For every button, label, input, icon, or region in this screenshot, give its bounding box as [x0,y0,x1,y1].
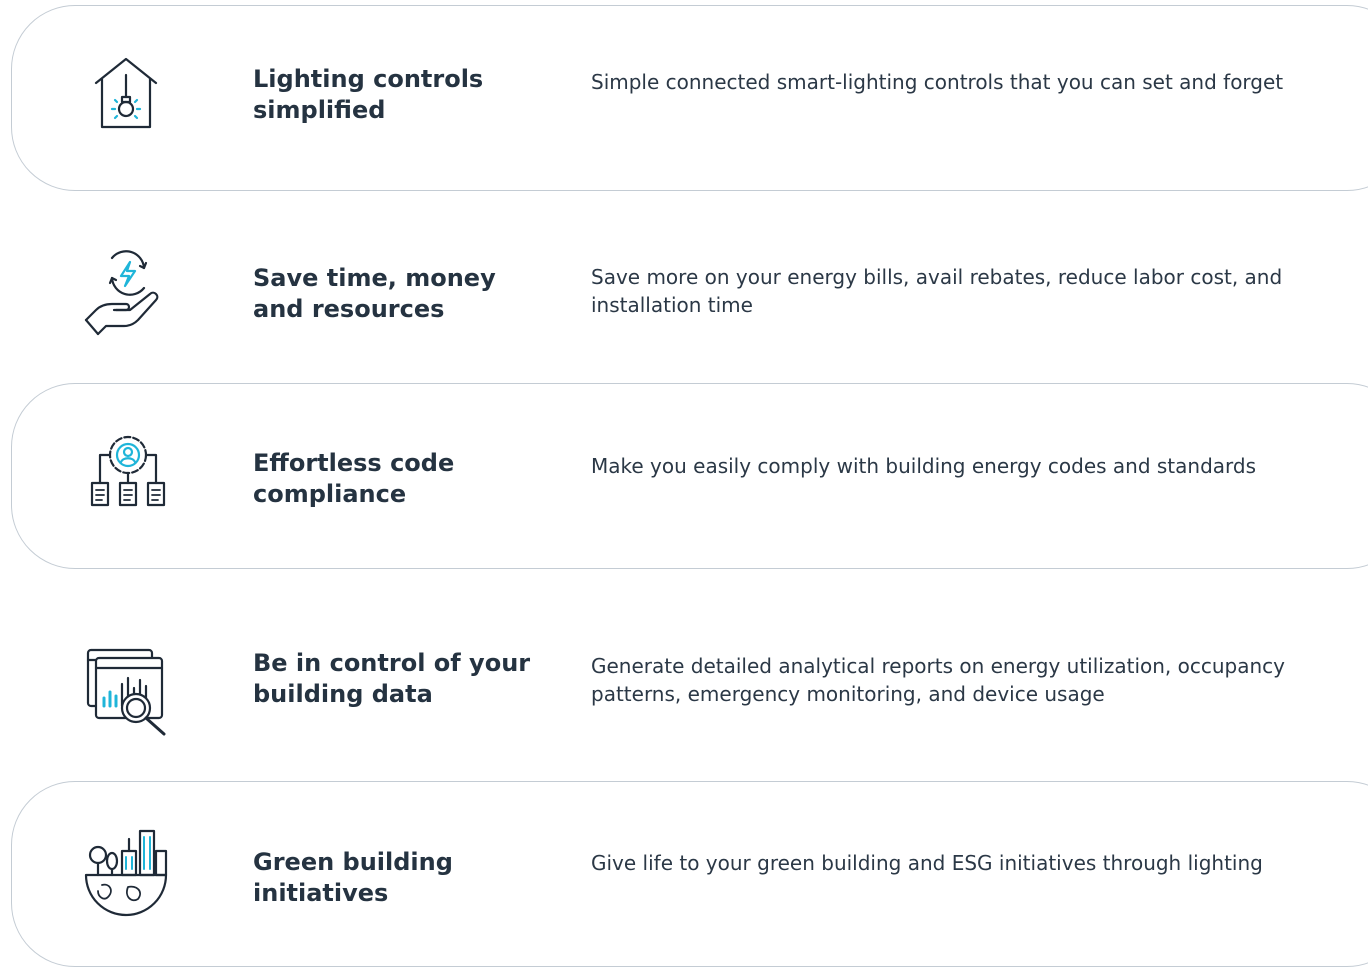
analytics-magnifier-icon [78,640,174,736]
feature-title: Save time, money and resources [253,264,496,323]
feature-title: Lighting controls simplified [253,65,484,124]
feature-card [11,5,1368,191]
feature-description: Save more on your energy bills, avail re… [591,265,1283,317]
feature-title: Effortless code compliance [253,449,455,508]
green-city-globe-icon [78,825,174,921]
feature-description: Generate detailed analytical reports on … [591,654,1285,706]
feature-green-building: Green building initiatives Give life to … [0,781,1368,967]
hand-energy-icon [78,244,174,340]
feature-title: Be in control of your building data [253,649,531,708]
feature-description: Simple connected smart-lighting controls… [591,70,1284,94]
feature-title: Green building initiatives [253,848,453,907]
feature-description: Give life to your green building and ESG… [591,851,1263,875]
gear-documents-icon [78,425,174,521]
house-lightbulb-icon [78,45,174,141]
feature-description: Make you easily comply with building ene… [591,454,1257,478]
feature-save-resources: Save time, money and resources Save more… [0,200,1368,386]
feature-code-compliance: Effortless code compliance Make you easi… [0,383,1368,569]
feature-lighting-controls: Lighting controls simplified Simple conn… [0,5,1368,191]
feature-building-data: Be in control of your building data Gene… [0,598,1368,784]
